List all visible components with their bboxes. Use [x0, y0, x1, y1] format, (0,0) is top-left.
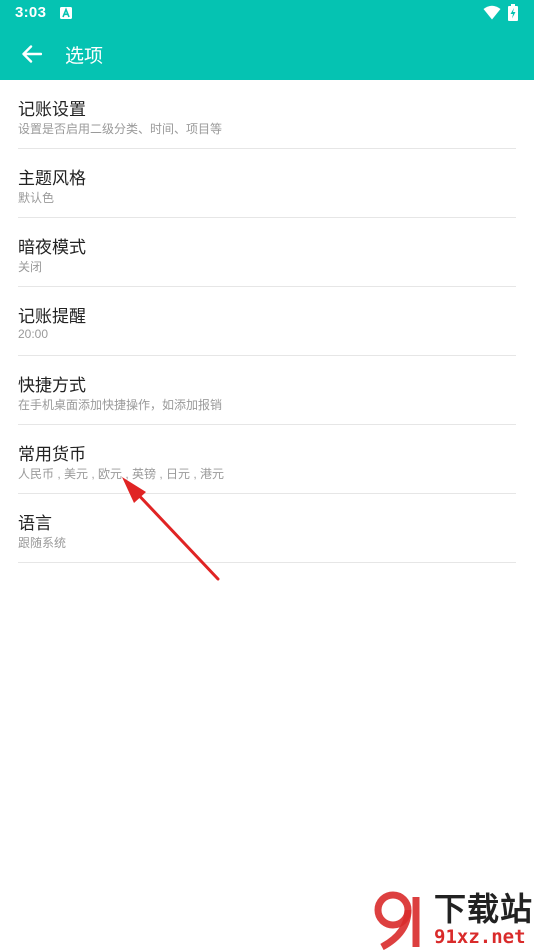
item-title: 主题风格 [18, 169, 86, 188]
item-subtitle: 跟随系统 [18, 536, 67, 550]
item-subtitle: 关闭 [18, 260, 43, 274]
settings-item-reminder[interactable]: 记账提醒 20:00 [18, 287, 516, 356]
item-title: 快捷方式 [18, 376, 86, 395]
settings-item-shortcuts[interactable]: 快捷方式 在手机桌面添加快捷操作，如添加报销 [18, 356, 516, 425]
watermark-text: 下载站 [434, 891, 534, 927]
settings-item-language[interactable]: 语言 跟随系统 [18, 494, 516, 563]
a-notification-icon [60, 7, 72, 19]
item-title: 语言 [18, 514, 52, 533]
item-subtitle: 在手机桌面添加快捷操作，如添加报销 [18, 398, 223, 412]
item-subtitle: 设置是否启用二级分类、时间、项目等 [18, 122, 223, 136]
item-title: 常用货币 [18, 445, 86, 464]
status-bar: 3:03 [0, 0, 534, 27]
item-title: 记账提醒 [18, 307, 86, 326]
settings-list: 记账设置 设置是否启用二级分类、时间、项目等 主题风格 默认色 暗夜模式 关闭 … [0, 80, 534, 563]
item-subtitle: 20:00 [18, 327, 49, 341]
settings-item-bookkeeping[interactable]: 记账设置 设置是否启用二级分类、时间、项目等 [18, 80, 516, 149]
settings-item-currency[interactable]: 常用货币 人民币 , 美元 , 欧元 , 英镑 , 日元 , 港元 [18, 425, 516, 494]
back-button[interactable] [12, 34, 52, 74]
battery-charging-icon [508, 4, 518, 21]
watermark-logo [374, 891, 420, 950]
watermark-url: 91xz.net [434, 926, 526, 948]
item-subtitle: 默认色 [18, 191, 55, 205]
wifi-icon [483, 5, 501, 20]
page-title: 选项 [65, 46, 104, 67]
screen: 3:03 选项 记账设置 设置是否启用二级分类、时间、项目等 主题风格 默认色 … [0, 0, 534, 950]
settings-item-dark-mode[interactable]: 暗夜模式 关闭 [18, 218, 516, 287]
status-time: 3:03 [15, 4, 47, 21]
item-title: 记账设置 [18, 100, 86, 119]
item-subtitle: 人民币 , 美元 , 欧元 , 英镑 , 日元 , 港元 [18, 467, 225, 481]
item-title: 暗夜模式 [18, 238, 86, 257]
arrow-left-icon [22, 45, 42, 63]
watermark: 下载站 91xz.net [372, 889, 534, 950]
settings-item-theme[interactable]: 主题风格 默认色 [18, 149, 516, 218]
app-bar: 选项 [0, 27, 534, 80]
